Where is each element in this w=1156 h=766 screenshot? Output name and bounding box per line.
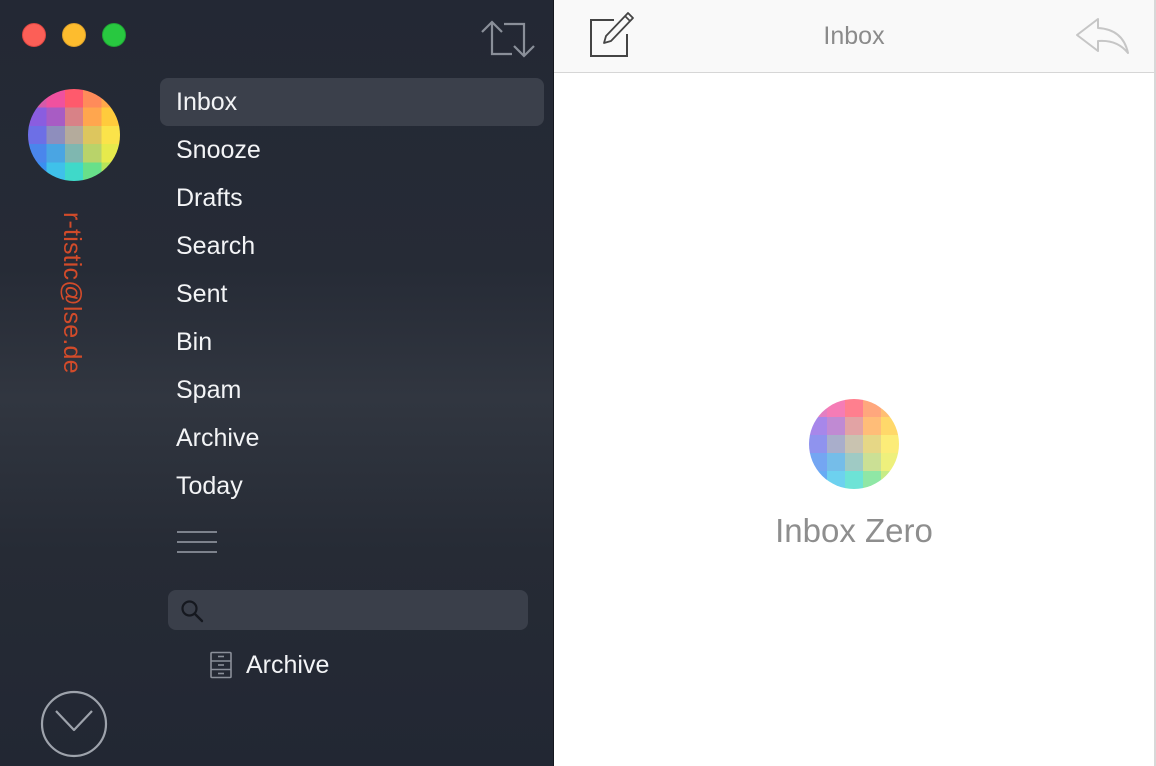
sidebar-item-bin[interactable]: Bin bbox=[160, 318, 544, 366]
toolbar: Inbox bbox=[554, 0, 1154, 73]
window-close-button[interactable] bbox=[22, 23, 46, 47]
sidebar-item-search[interactable]: Search bbox=[160, 222, 544, 270]
page-title: Inbox bbox=[823, 22, 885, 50]
reply-icon[interactable] bbox=[1074, 16, 1130, 56]
sidebar-item-snooze[interactable]: Snooze bbox=[160, 126, 544, 174]
empty-state-text: Inbox Zero bbox=[775, 512, 933, 549]
account-email[interactable]: r-tistic@lse.de bbox=[50, 212, 94, 452]
empty-state-logo bbox=[809, 399, 899, 489]
sidebar-search bbox=[168, 590, 528, 632]
file-cabinet-icon bbox=[210, 651, 232, 679]
sidebar-item-inbox[interactable]: Inbox bbox=[160, 78, 544, 126]
sidebar-item-today[interactable]: Today bbox=[160, 462, 544, 510]
folder-archive[interactable]: Archive bbox=[208, 645, 329, 685]
sidebar-item-drafts[interactable]: Drafts bbox=[160, 174, 544, 222]
sidebar-item-spam[interactable]: Spam bbox=[160, 366, 544, 414]
folder-archive-label: Archive bbox=[246, 650, 330, 679]
mail-app-icon[interactable] bbox=[40, 690, 108, 758]
search-input[interactable] bbox=[212, 590, 516, 632]
mailbox-nav: Inbox Snooze Drafts Search Sent Bin Spam… bbox=[160, 78, 544, 510]
account-avatar[interactable] bbox=[28, 89, 120, 181]
window-zoom-button[interactable] bbox=[102, 23, 126, 47]
sync-arrows-icon[interactable] bbox=[478, 18, 538, 60]
sidebar-item-archive[interactable]: Archive bbox=[160, 414, 544, 462]
hamburger-menu-icon[interactable] bbox=[177, 531, 217, 555]
sidebar-item-sent[interactable]: Sent bbox=[160, 270, 544, 318]
sidebar: r-tistic@lse.de Inbox Snooze Drafts Sear… bbox=[0, 0, 554, 766]
search-icon bbox=[181, 600, 204, 623]
main-pane: Inbox Inbox Zero bbox=[554, 0, 1156, 766]
window-minimize-button[interactable] bbox=[62, 23, 86, 47]
